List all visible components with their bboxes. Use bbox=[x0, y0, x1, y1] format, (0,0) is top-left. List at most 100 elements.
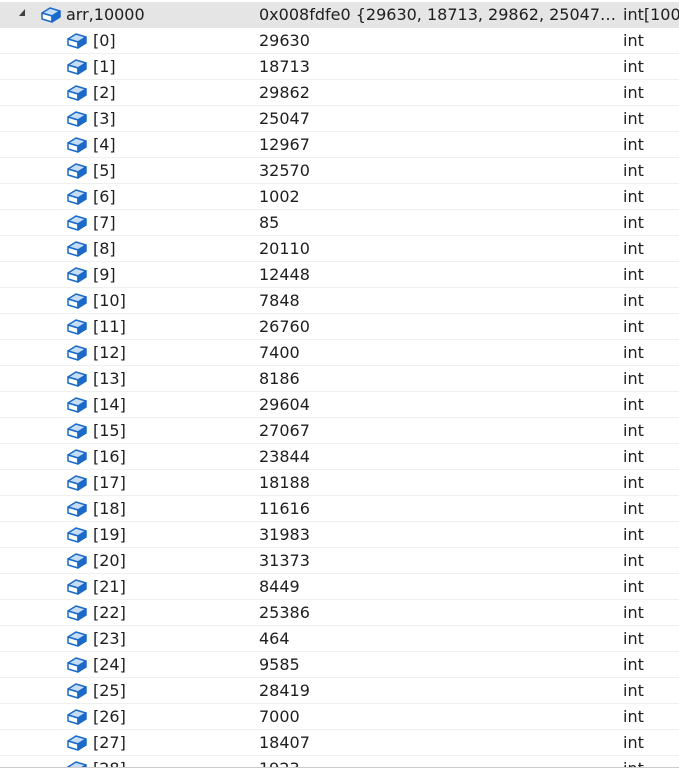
watch-row-element[interactable]: [19] 31983 int bbox=[0, 522, 679, 548]
field-icon bbox=[67, 579, 87, 595]
field-icon bbox=[67, 657, 87, 673]
element-value[interactable]: 1002 bbox=[259, 184, 619, 210]
element-type: int bbox=[623, 603, 644, 622]
element-type: int bbox=[623, 707, 644, 726]
watch-row-element[interactable]: [27] 18407 int bbox=[0, 730, 679, 756]
element-index: [3] bbox=[93, 109, 116, 128]
element-value[interactable]: 23844 bbox=[259, 444, 619, 470]
element-value[interactable]: 8449 bbox=[259, 574, 619, 600]
watch-row-element[interactable]: [20] 31373 int bbox=[0, 548, 679, 574]
element-value[interactable]: 25386 bbox=[259, 600, 619, 626]
element-index: [9] bbox=[93, 265, 116, 284]
watch-row-element[interactable]: [2] 29862 int bbox=[0, 80, 679, 106]
name-cell: [19] bbox=[0, 522, 255, 548]
element-index: [1] bbox=[93, 57, 116, 76]
element-type: int bbox=[623, 395, 644, 414]
element-index: [15] bbox=[93, 421, 126, 440]
child-rows: [0] 29630 int [1] 18713 int [2] 29862 int [3] 2504… bbox=[0, 28, 679, 771]
name-cell: arr,10000 bbox=[0, 2, 255, 28]
element-type: int bbox=[623, 161, 644, 180]
element-value[interactable]: 85 bbox=[259, 210, 619, 236]
name-cell: [20] bbox=[0, 548, 255, 574]
name-cell: [5] bbox=[0, 158, 255, 184]
element-value[interactable]: 29630 bbox=[259, 28, 619, 54]
field-icon bbox=[67, 735, 87, 751]
name-cell: [27] bbox=[0, 730, 255, 756]
element-value[interactable]: 29604 bbox=[259, 392, 619, 418]
name-cell: [11] bbox=[0, 314, 255, 340]
watch-row-element[interactable]: [11] 26760 int bbox=[0, 314, 679, 340]
element-value[interactable]: 12448 bbox=[259, 262, 619, 288]
watch-row-element[interactable]: [12] 7400 int bbox=[0, 340, 679, 366]
field-icon bbox=[67, 85, 87, 101]
watch-row-element[interactable]: [7] 85 int bbox=[0, 210, 679, 236]
element-value[interactable]: 7400 bbox=[259, 340, 619, 366]
horizontal-scrollbar[interactable] bbox=[0, 767, 679, 771]
field-icon bbox=[67, 475, 87, 491]
field-icon bbox=[67, 137, 87, 153]
element-type: int bbox=[623, 655, 644, 674]
watch-row-element[interactable]: [16] 23844 int bbox=[0, 444, 679, 470]
watch-row-element[interactable]: [18] 11616 int bbox=[0, 496, 679, 522]
element-type: int bbox=[623, 499, 644, 518]
element-type: int bbox=[623, 421, 644, 440]
element-index: [4] bbox=[93, 135, 116, 154]
element-value[interactable]: 8186 bbox=[259, 366, 619, 392]
watch-row-element[interactable]: [1] 18713 int bbox=[0, 54, 679, 80]
field-icon bbox=[67, 527, 87, 543]
name-cell: [12] bbox=[0, 340, 255, 366]
variable-name: arr,10000 bbox=[66, 5, 145, 24]
element-value[interactable]: 18407 bbox=[259, 730, 619, 756]
element-index: [13] bbox=[93, 369, 126, 388]
watch-row-element[interactable]: [0] 29630 int bbox=[0, 28, 679, 54]
watch-row-element[interactable]: [6] 1002 int bbox=[0, 184, 679, 210]
element-type: int bbox=[623, 577, 644, 596]
watch-row-element[interactable]: [25] 28419 int bbox=[0, 678, 679, 704]
name-cell: [16] bbox=[0, 444, 255, 470]
watch-row-element[interactable]: [5] 32570 int bbox=[0, 158, 679, 184]
watch-row-element[interactable]: [21] 8449 int bbox=[0, 574, 679, 600]
element-value[interactable]: 11616 bbox=[259, 496, 619, 522]
watch-row-element[interactable]: [13] 8186 int bbox=[0, 366, 679, 392]
watch-row-element[interactable]: [17] 18188 int bbox=[0, 470, 679, 496]
element-index: [22] bbox=[93, 603, 126, 622]
watch-row-root[interactable]: arr,10000 0x008fdfe0 {29630, 18713, 2986… bbox=[0, 2, 679, 28]
element-value[interactable]: 31983 bbox=[259, 522, 619, 548]
element-value[interactable]: 31373 bbox=[259, 548, 619, 574]
field-icon bbox=[67, 501, 87, 517]
element-index: [21] bbox=[93, 577, 126, 596]
watch-row-element[interactable]: [8] 20110 int bbox=[0, 236, 679, 262]
watch-row-element[interactable]: [9] 12448 int bbox=[0, 262, 679, 288]
watch-row-element[interactable]: [23] 464 int bbox=[0, 626, 679, 652]
element-value[interactable]: 25047 bbox=[259, 106, 619, 132]
element-value[interactable]: 7000 bbox=[259, 704, 619, 730]
watch-row-element[interactable]: [24] 9585 int bbox=[0, 652, 679, 678]
element-index: [0] bbox=[93, 31, 116, 50]
collapse-arrow-icon[interactable] bbox=[19, 9, 25, 16]
watch-rows: arr,10000 0x008fdfe0 {29630, 18713, 2986… bbox=[0, 2, 679, 771]
element-value[interactable]: 7848 bbox=[259, 288, 619, 314]
element-type: int bbox=[623, 187, 644, 206]
element-index: [8] bbox=[93, 239, 116, 258]
element-value[interactable]: 32570 bbox=[259, 158, 619, 184]
watch-row-element[interactable]: [4] 12967 int bbox=[0, 132, 679, 158]
watch-row-element[interactable]: [14] 29604 int bbox=[0, 392, 679, 418]
element-value[interactable]: 18713 bbox=[259, 54, 619, 80]
field-icon bbox=[67, 449, 87, 465]
watch-row-element[interactable]: [10] 7848 int bbox=[0, 288, 679, 314]
element-value[interactable]: 12967 bbox=[259, 132, 619, 158]
element-value[interactable]: 28419 bbox=[259, 678, 619, 704]
element-value[interactable]: 26760 bbox=[259, 314, 619, 340]
watch-row-element[interactable]: [3] 25047 int bbox=[0, 106, 679, 132]
watch-row-element[interactable]: [26] 7000 int bbox=[0, 704, 679, 730]
watch-row-element[interactable]: [22] 25386 int bbox=[0, 600, 679, 626]
watch-row-element[interactable]: [15] 27067 int bbox=[0, 418, 679, 444]
element-value[interactable]: 27067 bbox=[259, 418, 619, 444]
variable-value[interactable]: 0x008fdfe0 {29630, 18713, 29862, 25047, … bbox=[259, 2, 619, 28]
element-value[interactable]: 20110 bbox=[259, 236, 619, 262]
element-value[interactable]: 18188 bbox=[259, 470, 619, 496]
element-value[interactable]: 464 bbox=[259, 626, 619, 652]
element-index: [12] bbox=[93, 343, 126, 362]
element-value[interactable]: 9585 bbox=[259, 652, 619, 678]
element-value[interactable]: 29862 bbox=[259, 80, 619, 106]
